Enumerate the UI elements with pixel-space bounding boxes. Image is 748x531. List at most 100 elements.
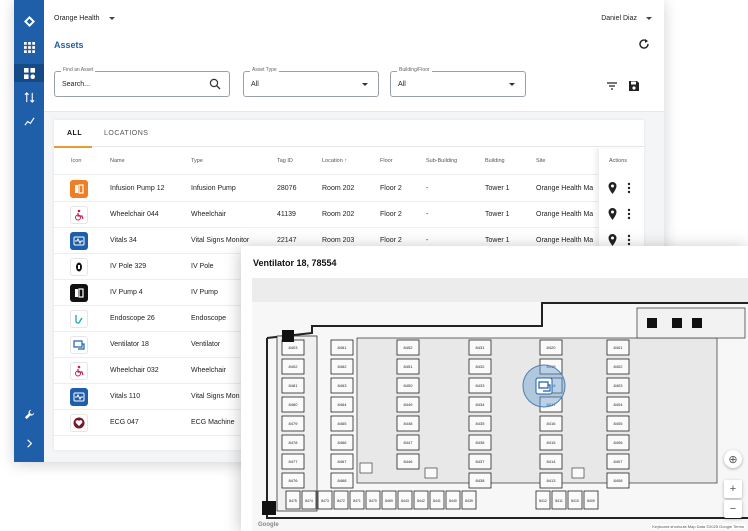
room-label: 8470 [369,499,377,503]
heart-icon [70,414,88,432]
wrench-icon[interactable] [14,405,44,423]
tab-bar: ALL LOCATIONS [54,120,644,148]
row-actions [599,201,644,227]
asset-type-value: All [251,81,259,88]
search-icon[interactable] [209,78,221,90]
room-label: 8452 [404,345,414,350]
small-room [424,467,438,479]
search-input[interactable]: Search... [62,81,90,88]
map-pin-icon[interactable] [608,182,617,194]
recenter-icon[interactable]: ⊕ [724,450,742,468]
cell-building: Tower 1 [485,237,510,244]
iv-pole-icon [70,258,88,276]
user-menu[interactable]: Daniel Diaz [601,15,652,22]
room-label: 8472 [337,499,345,503]
room-label: 8408 [614,478,624,483]
room-label: 8464 [338,402,348,407]
save-icon[interactable] [628,80,640,92]
filter-list-icon[interactable] [606,80,618,92]
room-label: 8402 [614,364,624,369]
room-label: 8447 [404,440,414,445]
cell-name: IV Pump 4 [110,289,143,296]
iv-pump-icon [70,284,88,302]
tab-all[interactable]: ALL [67,130,82,137]
side-navigation-rail [14,0,44,462]
table-header: Icon Name Type Tag ID Location ↑ Floor S… [54,149,644,175]
assets-nav-icon[interactable] [14,64,44,82]
col-sub-building[interactable]: Sub-Building [426,158,457,164]
stairs-block [262,501,276,515]
room-label: 8409 [587,499,595,503]
room-label: 8450 [404,383,414,388]
sort-arrows-icon[interactable] [14,88,44,106]
room-label: 8405 [614,421,624,426]
cell-name: IV Pole 329 [110,263,147,270]
more-vert-icon[interactable] [627,182,631,194]
active-tab-indicator [54,146,92,148]
asset-type-select[interactable]: Asset Type All [243,67,379,97]
room-label: 8415 [547,440,557,445]
page-title: Assets [54,40,84,50]
row-actions [599,175,644,201]
zoom-out-button[interactable]: − [724,500,742,518]
cell-sub: - [426,211,429,218]
col-name[interactable]: Name [110,158,125,164]
cell-type: Wheelchair [191,367,227,374]
room-label: 8403 [289,345,299,350]
room-label: 8436 [476,440,486,445]
building-floor-select[interactable]: Building/Floor All [390,67,526,97]
room-label: 8461 [338,345,348,350]
analytics-icon[interactable] [14,112,44,130]
more-vert-icon[interactable] [627,234,631,246]
map-pin-icon[interactable] [608,208,617,220]
room-label: 8440 [449,499,457,503]
map-pin-icon[interactable] [608,234,617,246]
col-type[interactable]: Type [191,158,203,164]
cell-type: Ventilator [191,341,221,348]
room-label: 8401 [614,345,624,350]
search-field[interactable]: Find an Asset Search... [54,67,230,97]
chevron-down-icon [509,83,515,86]
col-icon[interactable]: Icon [71,158,81,164]
room-label: 8462 [338,364,348,369]
room-label: 8439 [465,499,473,503]
col-location[interactable]: Location ↑ [322,158,347,164]
room-label: 8449 [404,402,414,407]
room-label: 8441 [433,499,441,503]
more-vert-icon[interactable] [627,208,631,220]
small-room [359,462,373,474]
cell-sub: - [426,185,429,192]
endoscope-icon [70,310,88,328]
building-floor-value: All [398,81,406,88]
map-top-area [252,278,748,302]
cell-name: Ventilator 18 [110,341,149,348]
tab-locations[interactable]: LOCATIONS [104,130,148,137]
map-attribution[interactable]: Keyboard shortcuts Map Data ©2025 Google… [650,524,746,529]
room-label: 8451 [404,364,414,369]
col-tag-id[interactable]: Tag ID [277,158,293,164]
top-bar: Orange Health Daniel Diaz Assets [44,0,664,56]
map-popup-title: Ventilator 18, 78554 [253,258,337,268]
expand-chevron-icon[interactable] [14,434,44,452]
refresh-icon[interactable] [638,38,650,50]
room-label: 8465 [338,421,348,426]
table-row[interactable]: Wheelchair 044 Wheelchair 41139 Room 202 Flo… [54,202,644,228]
room-label: 8473 [321,499,329,503]
org-selector[interactable]: Orange Health [54,15,115,22]
apps-grid-icon[interactable] [14,38,44,56]
elevator-block [672,318,682,328]
col-site[interactable]: Site [536,158,545,164]
floor-map[interactable]: 8403 8402 8481 8480 8479 8478 8477 8476 8461 8462… [252,278,748,531]
table-row[interactable]: Infusion Pump 12 Infusion Pump 28076 Room 2… [54,176,644,202]
app-logo-icon[interactable] [14,12,44,30]
col-building[interactable]: Building [485,158,505,164]
room-label: 8414 [547,459,557,464]
user-name: Daniel Diaz [601,15,637,22]
cell-name: Wheelchair 044 [110,211,159,218]
ventilator-icon [70,336,88,354]
zoom-in-button[interactable]: + [724,480,742,498]
col-floor[interactable]: Floor [380,158,393,164]
room-label: 8474 [305,499,313,503]
cell-building: Tower 1 [485,185,510,192]
map-logo: Google [258,522,279,528]
